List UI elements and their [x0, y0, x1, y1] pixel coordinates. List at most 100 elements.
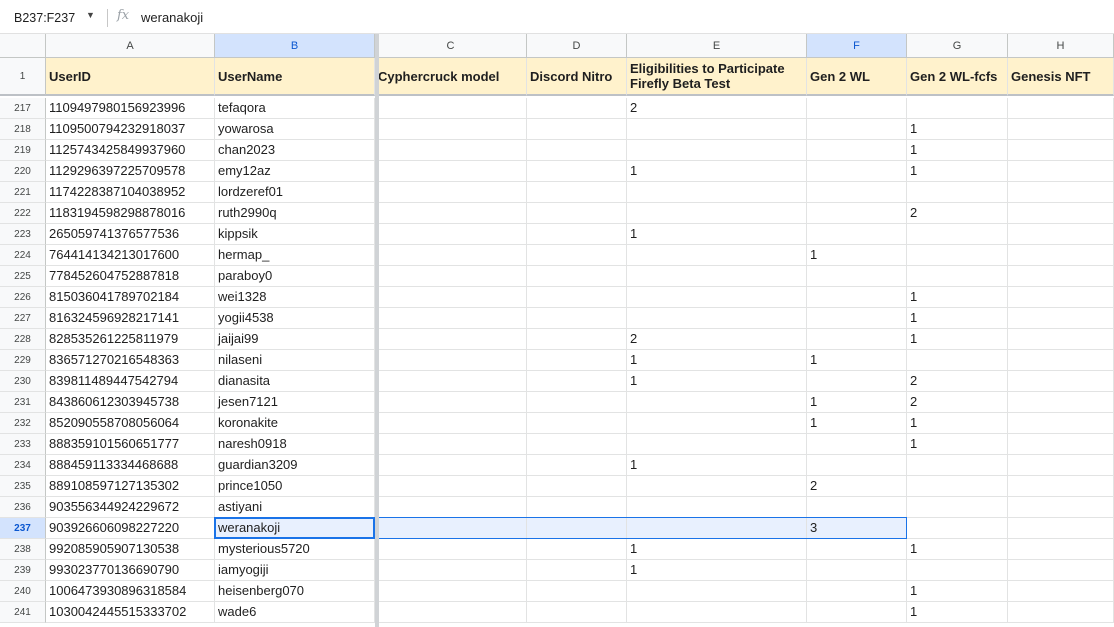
table-cell[interactable]: 2 — [627, 329, 807, 350]
table-cell[interactable] — [527, 224, 627, 245]
table-cell[interactable] — [527, 581, 627, 602]
formula-input[interactable]: weranakoji — [141, 10, 203, 25]
row-number[interactable]: 238 — [0, 539, 46, 560]
table-cell[interactable] — [375, 371, 527, 392]
table-cell[interactable] — [1008, 308, 1114, 329]
table-cell[interactable] — [1008, 371, 1114, 392]
table-cell[interactable]: 889108597127135302 — [46, 476, 215, 497]
table-cell[interactable] — [1008, 392, 1114, 413]
table-cell[interactable] — [375, 245, 527, 266]
table-cell[interactable] — [627, 182, 807, 203]
table-cell[interactable]: yogii4538 — [215, 308, 375, 329]
table-cell[interactable] — [1008, 98, 1114, 119]
table-cell[interactable] — [1008, 266, 1114, 287]
table-cell[interactable] — [527, 140, 627, 161]
table-cell[interactable] — [375, 182, 527, 203]
table-cell[interactable] — [627, 602, 807, 623]
table-cell[interactable]: 1 — [907, 140, 1008, 161]
row-number[interactable]: 222 — [0, 203, 46, 224]
table-cell[interactable] — [907, 98, 1008, 119]
table-cell[interactable]: 1129296397225709578 — [46, 161, 215, 182]
table-cell[interactable] — [375, 98, 527, 119]
table-cell[interactable]: jaijai99 — [215, 329, 375, 350]
table-cell[interactable]: paraboy0 — [215, 266, 375, 287]
row-number[interactable]: 217 — [0, 98, 46, 119]
table-cell[interactable]: chan2023 — [215, 140, 375, 161]
table-cell[interactable]: 839811489447542794 — [46, 371, 215, 392]
table-cell[interactable] — [375, 224, 527, 245]
table-cell[interactable] — [807, 581, 907, 602]
row-number[interactable]: 219 — [0, 140, 46, 161]
table-cell[interactable] — [807, 539, 907, 560]
table-cell[interactable]: 2 — [907, 371, 1008, 392]
table-cell[interactable] — [375, 581, 527, 602]
column-header-g[interactable]: G — [907, 34, 1008, 58]
table-cell[interactable] — [527, 308, 627, 329]
table-cell[interactable] — [807, 140, 907, 161]
table-cell[interactable] — [527, 98, 627, 119]
table-cell[interactable] — [1008, 182, 1114, 203]
table-cell[interactable]: tefaqora — [215, 98, 375, 119]
table-cell[interactable] — [1008, 434, 1114, 455]
table-cell[interactable] — [375, 476, 527, 497]
table-cell[interactable]: astiyani — [215, 497, 375, 518]
column-header-f[interactable]: F — [807, 34, 907, 58]
row-number[interactable]: 225 — [0, 266, 46, 287]
table-cell[interactable] — [375, 560, 527, 581]
table-cell[interactable]: 764414134213017600 — [46, 245, 215, 266]
table-cell[interactable] — [907, 266, 1008, 287]
table-cell[interactable] — [1008, 602, 1114, 623]
table-cell[interactable]: 265059741376577536 — [46, 224, 215, 245]
table-cell[interactable]: 1 — [807, 392, 907, 413]
table-cell[interactable] — [527, 392, 627, 413]
table-cell[interactable] — [907, 455, 1008, 476]
table-cell[interactable]: kippsik — [215, 224, 375, 245]
table-cell[interactable]: 2 — [907, 203, 1008, 224]
table-cell[interactable]: 1 — [627, 371, 807, 392]
table-cell[interactable] — [527, 455, 627, 476]
table-cell[interactable] — [375, 539, 527, 560]
table-cell[interactable]: 1 — [627, 161, 807, 182]
table-cell[interactable] — [1008, 518, 1114, 539]
table-cell[interactable] — [375, 350, 527, 371]
header-cell[interactable]: Eligibilities to Participate Firefly Bet… — [627, 58, 807, 96]
table-cell[interactable] — [527, 539, 627, 560]
table-cell[interactable]: 1 — [627, 224, 807, 245]
row-number[interactable]: 232 — [0, 413, 46, 434]
table-cell[interactable] — [527, 518, 627, 539]
header-cell[interactable]: Gen 2 WL — [807, 58, 907, 96]
table-cell[interactable] — [1008, 455, 1114, 476]
row-number[interactable]: 228 — [0, 329, 46, 350]
table-cell[interactable]: 1 — [627, 539, 807, 560]
table-cell[interactable] — [527, 182, 627, 203]
table-cell[interactable] — [627, 266, 807, 287]
table-cell[interactable]: 1 — [807, 413, 907, 434]
table-cell[interactable]: 1125743425849937960 — [46, 140, 215, 161]
table-cell[interactable] — [807, 308, 907, 329]
table-cell[interactable]: 1 — [907, 119, 1008, 140]
table-cell[interactable] — [527, 266, 627, 287]
table-cell[interactable]: 1 — [807, 350, 907, 371]
table-cell[interactable]: weranakoji — [215, 518, 375, 539]
table-cell[interactable] — [1008, 581, 1114, 602]
table-cell[interactable]: naresh0918 — [215, 434, 375, 455]
table-cell[interactable] — [375, 434, 527, 455]
row-number[interactable]: 235 — [0, 476, 46, 497]
row-number[interactable]: 241 — [0, 602, 46, 623]
table-cell[interactable] — [907, 497, 1008, 518]
column-header-h[interactable]: H — [1008, 34, 1114, 58]
table-cell[interactable] — [1008, 539, 1114, 560]
table-cell[interactable]: 1109500794232918037 — [46, 119, 215, 140]
table-cell[interactable] — [375, 455, 527, 476]
table-cell[interactable] — [375, 392, 527, 413]
header-cell[interactable]: Gen 2 WL-fcfs — [907, 58, 1008, 96]
table-cell[interactable]: 852090558708056064 — [46, 413, 215, 434]
chevron-down-icon[interactable]: ▼ — [86, 10, 95, 20]
table-cell[interactable]: 1030042445515333702 — [46, 602, 215, 623]
row-number[interactable]: 239 — [0, 560, 46, 581]
row-number[interactable]: 223 — [0, 224, 46, 245]
table-cell[interactable] — [375, 203, 527, 224]
table-cell[interactable]: 1109497980156923996 — [46, 98, 215, 119]
row-number[interactable]: 231 — [0, 392, 46, 413]
table-cell[interactable]: 1006473930896318584 — [46, 581, 215, 602]
